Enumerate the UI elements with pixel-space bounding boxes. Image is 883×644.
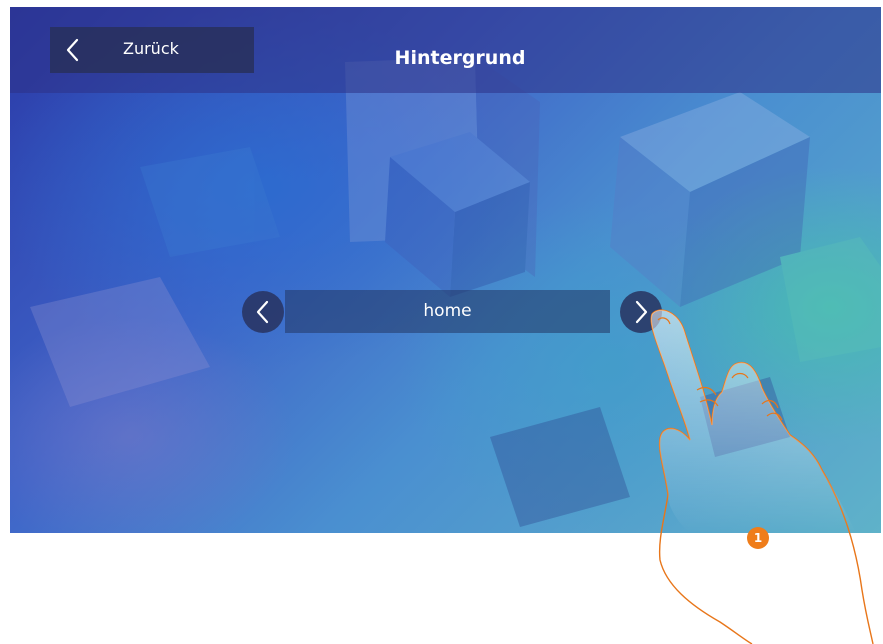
chevron-left-icon (256, 300, 269, 324)
previous-wallpaper-button[interactable] (242, 291, 284, 333)
step-callout-badge: 1 (747, 527, 769, 549)
wallpaper-name-display: home (285, 290, 610, 333)
page: Zurück Hintergrund home 1 (0, 0, 883, 644)
page-title: Hintergrund (394, 47, 526, 69)
back-button-label: Zurück (123, 39, 179, 58)
next-wallpaper-button[interactable] (620, 291, 662, 333)
device-screen: Zurück Hintergrund home (10, 7, 881, 533)
chevron-left-icon (66, 38, 79, 62)
back-button[interactable]: Zurück (50, 27, 254, 73)
chevron-right-icon (635, 300, 648, 324)
